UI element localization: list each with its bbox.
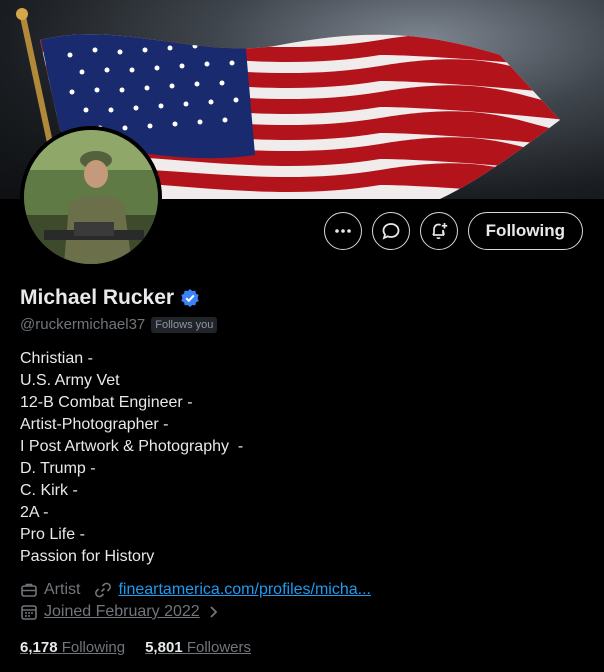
followers-stat[interactable]: 5,801 Followers [145,639,251,656]
followers-stat-label: Followers [186,639,251,656]
profile-bio: Christian - U.S. Army Vet 12-B Combat En… [20,348,243,568]
profession: Artist [20,581,80,599]
following-stat-label: Following [61,639,126,656]
bio-line: I Post Artwork & Photography - [20,438,244,455]
more-button[interactable] [323,212,362,250]
profile-actions: Following [323,212,583,250]
link-icon [95,582,112,598]
chevron-right-icon [210,606,217,618]
display-name: Michael Rucker [20,286,175,309]
calendar-icon [21,605,37,620]
bio-line: Artist-Photographer - [20,416,169,433]
verified-badge-icon[interactable] [180,288,200,308]
website[interactable]: fineartamerica.com/profiles/micha... [94,581,371,599]
name-row: Michael Rucker [20,286,200,310]
profile-meta-row: Artist fineartamerica.com/profiles/micha… [20,581,385,599]
follows-you-badge: Follows you [151,316,218,333]
joined-label[interactable]: Joined February 2022 [44,603,200,621]
website-link[interactable]: fineartamerica.com/profiles/micha... [118,581,371,599]
bio-line: Passion for History [20,548,155,565]
notifications-button[interactable] [419,212,458,250]
follow-stats: 6,178 Following 5,801 Followers [20,639,251,656]
bio-line: D. Trump - [20,460,96,477]
briefcase-icon [21,583,37,597]
bell-plus-icon [431,223,447,240]
profile-photo [24,130,158,264]
profession-label: Artist [44,581,81,598]
following-stat[interactable]: 6,178 Following [20,639,125,656]
joined-row: Joined February 2022 [20,603,234,621]
username-handle: @ruckermichael37 [20,316,146,333]
bio-line: 2A - [20,504,49,521]
bio-line: C. Kirk - [20,482,78,499]
bio-line: Christian - [20,350,93,367]
bio-line: U.S. Army Vet [20,372,120,389]
joined-date[interactable]: Joined February 2022 [20,603,220,621]
bio-line: Pro Life - [20,526,85,543]
ellipsis-icon [334,229,351,233]
chat-bubble-icon [382,223,400,240]
following-count: 6,178 [20,639,58,656]
followers-count: 5,801 [145,639,183,656]
following-button[interactable]: Following [467,212,583,250]
avatar[interactable] [20,126,162,268]
handle-row: @ruckermichael37 Follows you [20,316,218,333]
message-button[interactable] [371,212,410,250]
bio-line: 12-B Combat Engineer - [20,394,193,411]
